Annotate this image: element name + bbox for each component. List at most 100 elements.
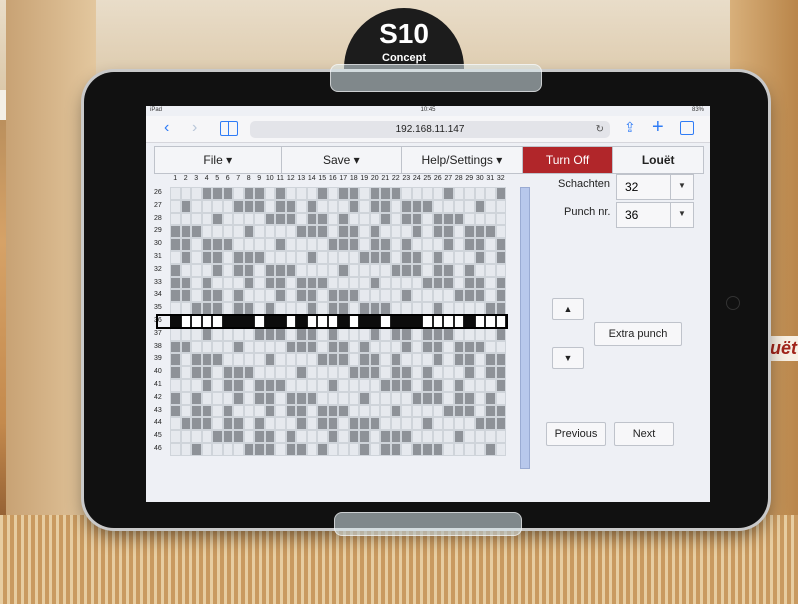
grid-cell[interactable]: [264, 443, 275, 456]
grid-cell[interactable]: [380, 251, 391, 264]
grid-cell[interactable]: [317, 187, 328, 200]
grid-cell[interactable]: [264, 391, 275, 405]
grid-cell[interactable]: [495, 187, 506, 200]
grid-cell[interactable]: [233, 238, 244, 251]
grid-cell[interactable]: [264, 187, 275, 200]
grid-cell[interactable]: [359, 340, 370, 354]
grid-cell[interactable]: [180, 404, 191, 418]
grid-cell[interactable]: [485, 340, 496, 354]
grid-cell[interactable]: [380, 212, 391, 226]
grid-cell[interactable]: [317, 366, 328, 379]
grid-cell[interactable]: [317, 238, 328, 251]
grid-cell[interactable]: [369, 340, 380, 354]
grid-cell[interactable]: [296, 327, 307, 341]
grid-cell[interactable]: [317, 379, 328, 392]
grid-cell[interactable]: [474, 417, 485, 431]
grid-cell[interactable]: [359, 199, 370, 213]
grid-cell[interactable]: [401, 289, 412, 303]
grid-cell[interactable]: [338, 327, 349, 341]
grid-cell[interactable]: [338, 276, 349, 290]
grid-cell[interactable]: [327, 212, 338, 226]
grid-cell[interactable]: [390, 366, 401, 379]
grid-cell[interactable]: [348, 199, 359, 213]
grid-cell[interactable]: [317, 225, 328, 239]
grid-cell[interactable]: [296, 391, 307, 405]
grid-cell[interactable]: [369, 366, 380, 379]
grid-cell[interactable]: [212, 276, 223, 290]
grid-cell[interactable]: [390, 443, 401, 456]
grid-cell[interactable]: [254, 404, 265, 418]
grid-cell[interactable]: [474, 225, 485, 239]
grid-cell[interactable]: [485, 417, 496, 431]
grid-cell[interactable]: [275, 340, 286, 354]
grid-cell[interactable]: [369, 327, 380, 341]
grid-cell[interactable]: [233, 212, 244, 226]
grid-cell[interactable]: [233, 391, 244, 405]
grid-cell[interactable]: [243, 199, 254, 213]
grid-cell[interactable]: [401, 353, 412, 367]
grid-cell[interactable]: [170, 276, 181, 290]
grid-cell[interactable]: [285, 199, 296, 213]
grid-cell[interactable]: [474, 443, 485, 456]
grid-cell[interactable]: [306, 187, 317, 200]
grid-cell[interactable]: [264, 276, 275, 290]
grid-cell[interactable]: [180, 327, 191, 341]
grid-cell[interactable]: [233, 225, 244, 239]
grid-cell[interactable]: [243, 212, 254, 226]
grid-cell[interactable]: [443, 340, 454, 354]
grid-cell[interactable]: [191, 443, 202, 456]
grid-cell[interactable]: [495, 263, 506, 277]
grid-cell[interactable]: [432, 340, 443, 354]
grid-cell[interactable]: [306, 366, 317, 379]
grid-cell[interactable]: [369, 199, 380, 213]
grid-cell[interactable]: [212, 366, 223, 379]
grid-cell[interactable]: [275, 366, 286, 379]
grid-cell[interactable]: [170, 199, 181, 213]
grid-cell[interactable]: [306, 340, 317, 354]
grid-cell[interactable]: [453, 366, 464, 379]
grid-cell[interactable]: [348, 353, 359, 367]
grid-cell[interactable]: [453, 212, 464, 226]
grid-cell[interactable]: [170, 340, 181, 354]
grid-cell[interactable]: [306, 417, 317, 431]
grid-cell[interactable]: [390, 276, 401, 290]
grid-cell[interactable]: [317, 417, 328, 431]
grid-cell[interactable]: [222, 238, 233, 251]
grid-cell[interactable]: [411, 391, 422, 405]
grid-cell[interactable]: [338, 366, 349, 379]
grid-cell[interactable]: [495, 251, 506, 264]
grid-cell[interactable]: [254, 340, 265, 354]
grid-cell[interactable]: [170, 366, 181, 379]
grid-cell[interactable]: [380, 276, 391, 290]
grid-cell[interactable]: [359, 225, 370, 239]
grid-cell[interactable]: [327, 430, 338, 443]
grid-cell[interactable]: [296, 289, 307, 303]
grid-cell[interactable]: [212, 327, 223, 341]
grid-cell[interactable]: [233, 353, 244, 367]
grid-cell[interactable]: [233, 327, 244, 341]
grid-cell[interactable]: [474, 251, 485, 264]
grid-cell[interactable]: [453, 289, 464, 303]
grid-cell[interactable]: [495, 430, 506, 443]
grid-cell[interactable]: [453, 404, 464, 418]
grid-cell[interactable]: [170, 225, 181, 239]
grid-cell[interactable]: [359, 391, 370, 405]
grid-cell[interactable]: [464, 443, 475, 456]
grid-cell[interactable]: [359, 443, 370, 456]
grid-cell[interactable]: [422, 366, 433, 379]
grid-cell[interactable]: [453, 340, 464, 354]
grid-cell[interactable]: [443, 225, 454, 239]
grid-cell[interactable]: [411, 327, 422, 341]
grid-cell[interactable]: [233, 251, 244, 264]
grid-cell[interactable]: [317, 353, 328, 367]
grid-cell[interactable]: [180, 251, 191, 264]
grid-cell[interactable]: [411, 366, 422, 379]
grid-cell[interactable]: [443, 238, 454, 251]
help-settings-menu[interactable]: Help/Settings ▾: [402, 147, 523, 173]
grid-cell[interactable]: [243, 404, 254, 418]
grid-cell[interactable]: [485, 353, 496, 367]
grid-cell[interactable]: [432, 404, 443, 418]
grid-cell[interactable]: [285, 212, 296, 226]
grid-cell[interactable]: [359, 366, 370, 379]
next-button[interactable]: Next: [614, 422, 674, 446]
